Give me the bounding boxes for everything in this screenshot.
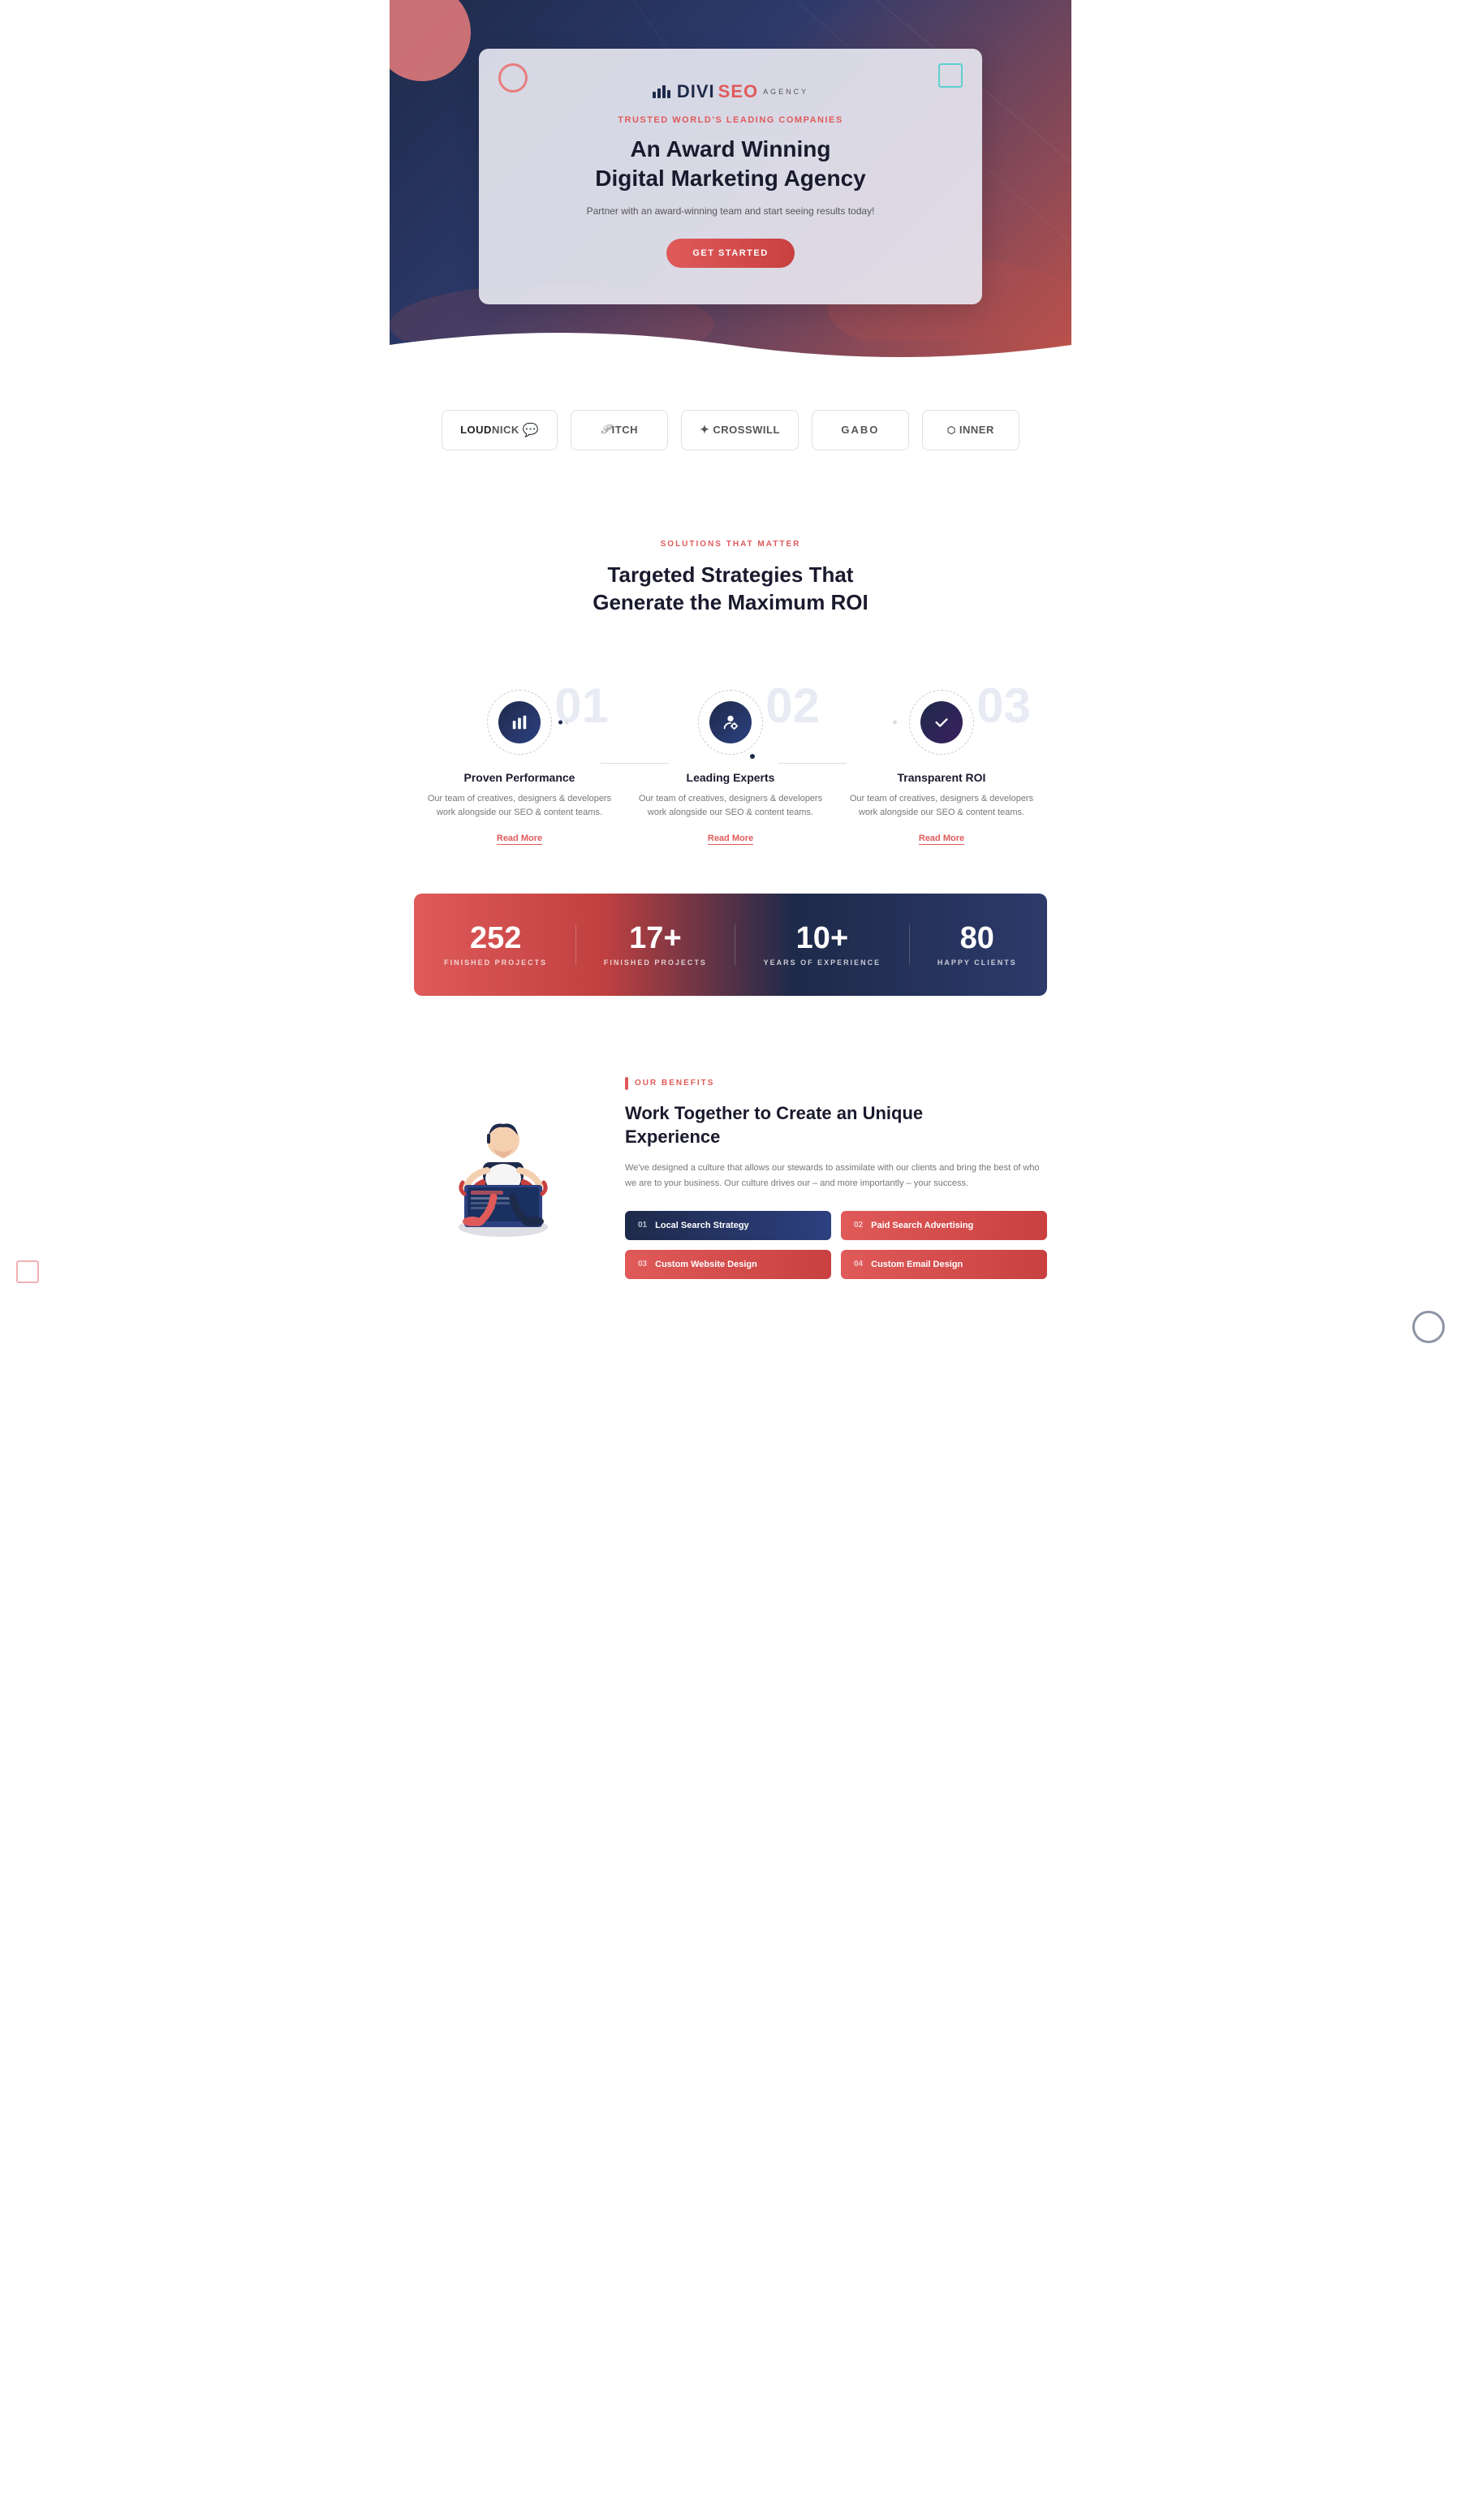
solutions-section: SOLUTIONS THAT MATTER Targeted Strategie… (390, 491, 1071, 690)
stat-label-4: HAPPY CLIENTS (937, 958, 1017, 967)
feature-read-more-1[interactable]: Read More (497, 834, 542, 845)
feature-icon-wrap-2 (698, 690, 763, 755)
pitch-icon: 𝒫 (601, 423, 610, 437)
crosswill-icon: ✦ (700, 423, 709, 437)
benefit-btn-2[interactable]: 02 Paid Search Advertising (841, 1211, 1047, 1240)
feature-title-2: Leading Experts (633, 771, 828, 784)
benefits-eyebrow: OUR BENEFITS (625, 1077, 1047, 1090)
stat-number-3: 10+ (764, 923, 881, 954)
logo-bars-icon (653, 85, 670, 98)
checkmark-icon (933, 713, 950, 731)
feature-desc-1: Our team of creatives, designers & devel… (422, 792, 617, 821)
hero-card: DIVI SEO AGENCY Trusted world's leading … (479, 49, 982, 304)
floating-circle-right (1412, 1311, 1445, 1343)
stat-label-3: YEARS OF EXPERIENCE (764, 958, 881, 967)
stat-number-2: 17+ (604, 923, 707, 954)
feature-icon-wrap-3 (909, 690, 974, 755)
feature-icon-wrap-1 (487, 690, 552, 755)
logo-seo: SEO (718, 81, 758, 102)
feature-card-3: 03 Transparent ROI Our team of creatives… (844, 690, 1039, 845)
logo-pitch: 𝒫 ITCH (571, 410, 668, 450)
benefit-label-4: Custom Email Design (871, 1260, 963, 1269)
hero-subtitle: Partner with an award-winning team and s… (528, 204, 933, 219)
feature-icon-outer-1 (487, 690, 552, 755)
benefit-label-3: Custom Website Design (655, 1260, 757, 1269)
feature-read-more-3[interactable]: Read More (919, 834, 964, 845)
feature-title-3: Transparent ROI (844, 771, 1039, 784)
logo-gabo: GABO (812, 410, 909, 450)
feature-desc-2: Our team of creatives, designers & devel… (633, 792, 828, 821)
stat-happy-clients: 80 HAPPY CLIENTS (937, 923, 1017, 967)
hero-title: An Award Winning Digital Marketing Agenc… (528, 135, 933, 194)
feature-icon-outer-2 (698, 690, 763, 755)
benefit-num-2: 02 (854, 1221, 863, 1230)
feature-icon-inner-2 (709, 701, 752, 743)
stat-divider-1 (575, 924, 576, 965)
hero-decoration-circle (390, 0, 471, 81)
feature-icon-outer-3 (909, 690, 974, 755)
benefits-title: Work Together to Create an Unique Experi… (625, 1101, 1047, 1149)
stat-number-4: 80 (937, 923, 1017, 954)
feature-dots-1 (558, 720, 568, 724)
stat-label-2: FINISHED PROJECTS (604, 958, 707, 967)
benefits-section: OUR BENEFITS Work Together to Create an … (390, 1028, 1071, 1312)
benefit-label-2: Paid Search Advertising (871, 1221, 973, 1230)
feature-card-1: 01 Proven Performance O (422, 690, 617, 845)
chat-icon: 💬 (523, 422, 539, 438)
get-started-button[interactable]: GET STARTED (666, 239, 794, 268)
benefit-num-1: 01 (638, 1221, 647, 1230)
hero-card-square-decoration (938, 63, 963, 88)
benefit-btn-1[interactable]: 01 Local Search Strategy (625, 1211, 831, 1240)
logo-loudnick: LOUDNICK 💬 (442, 410, 558, 450)
logo-agency: AGENCY (763, 88, 808, 96)
feature-card-2: 02 (633, 690, 828, 845)
features-container: 01 Proven Performance O (390, 690, 1071, 877)
solutions-eyebrow: SOLUTIONS THAT MATTER (422, 540, 1039, 549)
inner-icon: ⬡ (947, 424, 956, 436)
benefit-label-1: Local Search Strategy (655, 1221, 749, 1230)
brand-logo: DIVI SEO AGENCY (528, 81, 933, 102)
features-row: 01 Proven Performance O (390, 690, 1071, 877)
hero-card-circle-decoration (498, 63, 528, 93)
feature-dot-3 (893, 720, 897, 724)
stats-section: 252 FINISHED PROJECTS 17+ FINISHED PROJE… (414, 894, 1047, 996)
logo-divi: DIVI (677, 81, 715, 102)
hero-section: DIVI SEO AGENCY Trusted world's leading … (390, 0, 1071, 369)
hero-wave (390, 321, 1071, 369)
benefit-num-4: 04 (854, 1260, 863, 1269)
benefits-eyebrow-bar (625, 1077, 628, 1090)
feature-icon-inner-3 (920, 701, 963, 743)
solutions-title: Targeted Strategies That Generate the Ma… (422, 562, 1039, 617)
stat-number-1: 252 (444, 923, 547, 954)
stat-years-experience: 10+ YEARS OF EXPERIENCE (764, 923, 881, 967)
feature-desc-3: Our team of creatives, designers & devel… (844, 792, 1039, 821)
logo-inner: ⬡ INNER (922, 410, 1019, 450)
benefits-grid: 01 Local Search Strategy 02 Paid Search … (625, 1211, 1047, 1279)
stat-label-1: FINISHED PROJECTS (444, 958, 547, 967)
person-settings-icon (722, 713, 739, 731)
person-working-illustration (422, 1077, 584, 1239)
benefit-num-3: 03 (638, 1260, 647, 1269)
stat-team-members: 17+ FINISHED PROJECTS (604, 923, 707, 967)
feature-dot-2 (750, 754, 755, 759)
logos-section: LOUDNICK 💬 𝒫 ITCH ✦ CROSSWILL GABO ⬡ INN… (390, 369, 1071, 491)
benefits-content: OUR BENEFITS Work Together to Create an … (625, 1077, 1047, 1279)
benefits-illustration (414, 1077, 593, 1239)
floating-square-left (16, 1260, 39, 1283)
benefit-btn-4[interactable]: 04 Custom Email Design (841, 1250, 1047, 1279)
benefit-btn-3[interactable]: 03 Custom Website Design (625, 1250, 831, 1279)
stat-divider-3 (909, 924, 910, 965)
feature-read-more-2[interactable]: Read More (708, 834, 753, 845)
stat-finished-projects: 252 FINISHED PROJECTS (444, 923, 547, 967)
benefits-desc: We've designed a culture that allows our… (625, 1161, 1047, 1191)
feature-icon-inner-1 (498, 701, 541, 743)
feature-title-1: Proven Performance (422, 771, 617, 784)
bar-chart-icon (511, 713, 528, 731)
hero-trusted-text: Trusted world's leading companies (528, 115, 933, 125)
logo-crosswill: ✦ CROSSWILL (681, 410, 799, 450)
